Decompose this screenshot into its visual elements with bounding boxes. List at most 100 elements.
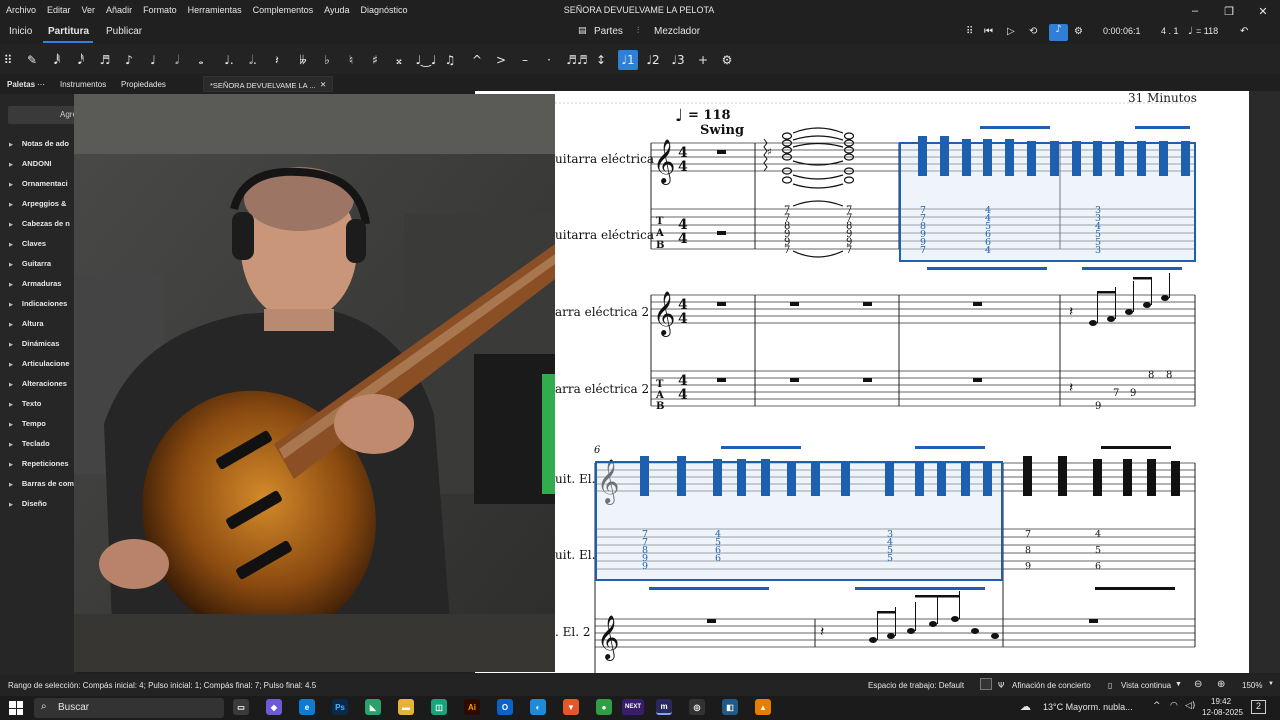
chrome-icon[interactable]: ● <box>596 699 612 715</box>
zoom-out-icon[interactable]: ⊖ <box>1194 679 1202 690</box>
volume-icon[interactable]: ◁) <box>1185 701 1195 711</box>
file-explorer-icon[interactable]: ▬ <box>398 699 414 715</box>
score-canvas[interactable]: 31 Minutos ♩ = 118 Swing uitarra eléctri… <box>475 91 1250 673</box>
palette-item[interactable]: ▶ Guitarra <box>9 259 76 268</box>
weather-text[interactable]: 13°C Mayorm. nubla... <box>1043 702 1133 712</box>
clock-time[interactable]: 19:42 <box>1211 697 1231 706</box>
palette-item[interactable]: ▶ Indicaciones <box>9 299 76 308</box>
maximize-icon[interactable]: ❐ <box>1212 0 1246 22</box>
parts-icon[interactable]: ▤ <box>578 26 587 36</box>
whole-note-icon[interactable]: 𝅝 <box>192 50 210 70</box>
marcato-icon[interactable]: ^ <box>468 50 486 70</box>
edge-browser-icon[interactable]: ◐ <box>530 699 546 715</box>
double-flat-icon[interactable]: 𝄫 <box>294 50 312 70</box>
concert-pitch-checkbox[interactable] <box>980 678 992 690</box>
palette-item[interactable]: ▶ Articulacione <box>9 359 76 368</box>
edge-icon[interactable]: e <box>299 699 315 715</box>
palette-item[interactable]: ▶ Barras de com <box>9 479 76 488</box>
close-icon[interactable]: ✕ <box>1246 0 1280 22</box>
drag-handle-icon[interactable]: ⠿ <box>966 26 973 37</box>
tab-propiedades[interactable]: Propiedades <box>121 80 166 89</box>
outlook-icon[interactable]: O <box>497 699 513 715</box>
dotted-quarter-icon[interactable]: ♩. <box>220 50 238 70</box>
quarter-note-icon[interactable]: ♩ <box>144 50 162 70</box>
add-palettes-button[interactable]: Agre <box>8 106 77 124</box>
eighth-note-icon[interactable]: ♪ <box>120 50 138 70</box>
voice-1-icon[interactable]: ♩1 <box>618 50 638 70</box>
rest-icon[interactable]: 𝄽 <box>268 50 286 70</box>
tab-partitura[interactable]: Partitura <box>48 26 89 37</box>
concert-pitch-label[interactable]: Afinación de concierto <box>1012 681 1091 690</box>
palette-item[interactable]: ▶ Diseño <box>9 499 76 508</box>
obs-icon[interactable]: ◎ <box>689 699 705 715</box>
accent-icon[interactable]: > <box>492 50 510 70</box>
double-sharp-icon[interactable]: 𝄪 <box>390 50 408 70</box>
sixtyfourth-note-icon[interactable]: 𝅘𝅥𝅱 <box>48 50 66 70</box>
store-icon[interactable]: ◫ <box>431 699 447 715</box>
voice-2-icon[interactable]: ♩2 <box>643 50 663 70</box>
clock-date[interactable]: 12-08-2025 <box>1202 708 1243 717</box>
palette-item[interactable]: ▶ Repeticiones <box>9 459 76 468</box>
note-input-pen-icon[interactable]: ✎ <box>22 50 42 70</box>
palette-item[interactable]: ▶ ANDONI <box>9 159 76 168</box>
chevron-down-icon[interactable]: ▼ <box>1268 681 1274 687</box>
taskbar-search[interactable]: ⌕ Buscar <box>34 698 224 718</box>
loop-icon[interactable]: ⟲ <box>1029 26 1037 37</box>
tab-inicio[interactable]: Inicio <box>9 26 32 37</box>
palette-item[interactable]: ▶ Tempo <box>9 419 76 428</box>
photoshop-icon[interactable]: Ps <box>332 699 348 715</box>
palette-item[interactable]: ▶ Texto <box>9 399 76 408</box>
palette-item[interactable]: ▶ Dinámicas <box>9 339 76 348</box>
palette-item[interactable]: ▶ Teclado <box>9 439 76 448</box>
palette-menu-icon[interactable]: ⋯ <box>37 80 45 89</box>
tie-icon[interactable]: ♩‿♩ <box>416 50 437 70</box>
musescore-icon[interactable]: m <box>656 699 672 715</box>
play-icon[interactable]: ▷ <box>1007 26 1015 37</box>
notifications-badge[interactable]: 2 <box>1251 700 1266 714</box>
palette-item[interactable]: ▶ Altura <box>9 319 76 328</box>
tab-paletas[interactable]: Paletas <box>7 80 35 89</box>
flip-direction-icon[interactable]: ↕ <box>592 50 610 70</box>
staccato-icon[interactable]: · <box>540 50 558 70</box>
drag-handle-icon[interactable]: ⠿ <box>2 50 14 70</box>
tuplet-icon[interactable]: ♬♬ <box>566 50 588 70</box>
palette-item[interactable]: ▶ Arpeggios & <box>9 199 76 208</box>
workspace-selector[interactable]: Espacio de trabajo: Default <box>868 681 964 690</box>
vlc-icon[interactable]: ▲ <box>755 699 771 715</box>
partes-button[interactable]: Partes <box>594 26 623 37</box>
undo-icon[interactable]: ↶ <box>1240 26 1248 37</box>
tab-instrumentos[interactable]: Instrumentos <box>60 80 106 89</box>
add-icon[interactable]: + <box>694 50 712 70</box>
palette-item[interactable]: ▶ Cabezas de n <box>9 219 76 228</box>
mezclador-button[interactable]: Mezclador <box>654 26 700 37</box>
rewind-icon[interactable]: ⏮ <box>984 26 993 37</box>
tab-publicar[interactable]: Publicar <box>106 26 142 37</box>
tenuto-icon[interactable]: – <box>516 50 534 70</box>
zoom-in-icon[interactable]: ⊕ <box>1217 679 1225 690</box>
toolbar-settings-icon[interactable]: ⚙ <box>718 50 736 70</box>
thirtysecond-note-icon[interactable]: 𝅘𝅥𝅰 <box>72 50 90 70</box>
view-mode-selector[interactable]: Vista continua <box>1121 681 1171 690</box>
slur-icon[interactable]: ♫ <box>440 50 460 70</box>
windows-start-icon[interactable] <box>9 701 23 715</box>
close-tab-icon[interactable]: ✕ <box>320 80 326 89</box>
mixer-icon[interactable]: ⫶ <box>637 26 639 36</box>
palette-item[interactable]: ▶ Notas de ado <box>9 139 76 148</box>
flat-icon[interactable]: ♭ <box>318 50 336 70</box>
document-tab[interactable]: *SEÑORA DEVUELVAME LA ... ✕ <box>203 76 333 92</box>
voice-3-icon[interactable]: ♩3 <box>668 50 688 70</box>
double-dot-icon[interactable]: 𝅗𝅥. <box>244 50 262 70</box>
palette-item[interactable]: ▶ Ornamentaci <box>9 179 76 188</box>
next-icon[interactable]: NEXT <box>622 699 644 715</box>
app-icon[interactable]: ◧ <box>722 699 738 715</box>
playback-settings-icon[interactable]: ⚙ <box>1074 26 1083 37</box>
half-note-icon[interactable]: 𝅗𝅥 <box>168 50 186 70</box>
illustrator-icon[interactable]: Ai <box>464 699 480 715</box>
clip-icon[interactable]: ◣ <box>365 699 381 715</box>
chevron-down-icon[interactable]: ▼ <box>1175 681 1182 688</box>
sixteenth-note-icon[interactable]: ♬ <box>96 50 114 70</box>
zoom-level[interactable]: 150% <box>1242 681 1262 690</box>
palette-item[interactable]: ▶ Alteraciones <box>9 379 76 388</box>
sharp-icon[interactable]: ♯ <box>366 50 384 70</box>
task-view-icon[interactable]: ▭ <box>233 699 249 715</box>
